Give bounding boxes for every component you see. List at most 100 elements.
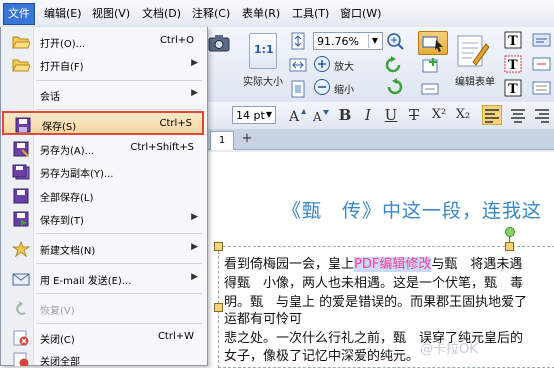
italic-button[interactable]: I [359, 106, 377, 124]
menu-item-email[interactable]: 用 E-mail 发送(E)... ▶ [2, 267, 204, 291]
fit-page-icon[interactable] [289, 32, 307, 50]
menu-item-save-to[interactable]: 保存到(T) ▶ [2, 207, 204, 231]
underline-button[interactable]: U [382, 106, 400, 124]
resize-handle-tc[interactable] [505, 242, 514, 251]
close-doc-icon [13, 330, 29, 346]
menu-item-open[interactable]: 打开(O)... Ctrl+O [2, 30, 204, 54]
menu-item-label: 恢复(V) [40, 306, 75, 317]
folder-open-icon [12, 59, 30, 72]
menu-view[interactable]: 视图(V) [92, 5, 130, 23]
svg-text:T: T [508, 82, 518, 97]
menu-item-close-all[interactable]: 关闭全部 [2, 348, 204, 366]
menu-item-close[interactable]: 关闭(C) Ctrl+W [2, 326, 204, 350]
text-line-4: 运都有可怜可 [224, 312, 303, 327]
resize-handle-ml[interactable] [214, 303, 223, 312]
new-document-icon [12, 241, 30, 257]
menu-item-label: 保存到(T) [40, 216, 84, 227]
grow-font-icon[interactable]: A [288, 106, 306, 124]
shrink-font-icon[interactable]: A [311, 106, 329, 124]
submenu-arrow-icon: ▶ [191, 88, 198, 98]
menu-edit[interactable]: 编辑(E) [44, 5, 82, 23]
actual-size-label: 实际大小 [243, 77, 283, 88]
callout-icon[interactable] [532, 55, 552, 73]
rotate-left-icon[interactable] [384, 56, 404, 74]
zoom-in-icon[interactable] [313, 55, 331, 73]
menu-item-open-from[interactable]: 打开自(F) ▶ [2, 53, 204, 77]
menu-item-save-copy[interactable]: 另存为副本(Y)... [2, 160, 204, 184]
zoom-out-icon[interactable] [313, 78, 331, 96]
menu-item-new-document[interactable]: 新建文档(N) ▶ [2, 237, 204, 261]
submenu-arrow-icon: ▶ [191, 242, 198, 252]
zoom-in-label[interactable]: 放大 [334, 58, 354, 73]
align-left-icon[interactable] [482, 105, 502, 125]
rotate-handle[interactable] [505, 227, 515, 237]
menu-window[interactable]: 窗口(W) [340, 5, 381, 23]
align-right-icon[interactable] [532, 105, 552, 125]
menu-item-save[interactable]: 保存(S) Ctrl+S [2, 111, 204, 135]
zoom-select[interactable]: 91.76% ▼ [313, 32, 383, 50]
menu-item-save-all[interactable]: 全部保存(L) [2, 184, 204, 208]
strikethrough-button[interactable]: T [405, 106, 423, 124]
superscript-button[interactable]: X² [428, 106, 450, 124]
bold-button[interactable]: B [336, 106, 354, 124]
menu-item-label: 另存为(A)... [40, 146, 95, 157]
typewriter-icon[interactable] [532, 31, 552, 49]
text-line-6: 女子，像极了记忆中深爱的纯元。 [224, 349, 420, 364]
zoom-tool-icon[interactable] [385, 31, 407, 51]
svg-text:A: A [288, 109, 300, 124]
menu-item-label: 打开自(F) [40, 62, 84, 73]
fit-visible-icon[interactable] [289, 80, 307, 98]
rotate-right-icon[interactable] [384, 78, 404, 96]
document-heading: 《甄 传》中这一段，连我这 [282, 200, 543, 222]
submenu-arrow-icon: ▶ [191, 212, 198, 222]
menu-tools[interactable]: 工具(T) [292, 5, 329, 23]
form-select-tool-button[interactable] [418, 31, 448, 55]
menu-item-label: 关闭全部 [40, 357, 80, 366]
menu-file[interactable]: 文件 [3, 3, 35, 25]
zoom-value: 91.76% [317, 35, 359, 48]
menu-item-revert: 恢复(V) [2, 297, 204, 321]
menu-item-label: 用 E-mail 发送(E)... [40, 276, 132, 287]
menu-comment[interactable]: 注释(C) [192, 5, 230, 23]
submenu-arrow-icon: ▶ [191, 272, 198, 282]
menu-document[interactable]: 文档(D) [142, 5, 181, 23]
menu-item-label: 打开(O)... [40, 39, 86, 50]
subscript-button[interactable]: X₂ [452, 106, 474, 124]
font-size-select[interactable]: 14 pt ▼ [232, 106, 276, 124]
edit-form-label[interactable]: 编辑表单 [455, 73, 495, 88]
font-size-value: 14 pt [236, 109, 265, 122]
menu-item-label: 保存(S) [42, 122, 77, 133]
text-box-icon[interactable]: T [504, 55, 522, 73]
actual-size-button[interactable]: 1:1 [249, 33, 277, 69]
zoom-out-label[interactable]: 缩小 [334, 81, 354, 96]
save-as-icon [13, 141, 29, 157]
menu-item-label: 关闭(C) [40, 335, 75, 346]
fit-width-icon[interactable] [289, 56, 307, 74]
text-line-2: 得甄 小像，两人也未相遇。这是一个伏笔，甄 毒 [224, 276, 524, 291]
snapshot-icon[interactable] [208, 34, 230, 52]
menu-item-label: 新建文档(N) [40, 246, 96, 257]
actual-size-glyph: 1:1 [254, 43, 274, 56]
save-all-icon [13, 188, 29, 204]
add-field-icon[interactable] [420, 57, 442, 75]
submenu-arrow-icon: ▶ [191, 58, 198, 68]
edit-form-icon[interactable] [455, 32, 489, 72]
menu-form[interactable]: 表单(R) [242, 5, 280, 23]
menu-item-session[interactable]: 会话 ▶ [2, 83, 204, 107]
menu-item-save-as[interactable]: 另存为(A)... Ctrl+Shift+S [2, 137, 204, 161]
save-copy-icon [12, 164, 30, 180]
align-center-icon[interactable] [508, 105, 528, 125]
menu-bar: 文件 编辑(E) 视图(V) 文档(D) 注释(C) 表单(R) 工具(T) 窗… [0, 0, 554, 28]
text-field-icon[interactable]: T [504, 31, 522, 49]
document-tab[interactable]: 1 [210, 131, 234, 150]
close-all-icon [13, 352, 29, 366]
form-field-icon[interactable] [420, 80, 442, 98]
text-comment-icon[interactable]: T [504, 79, 522, 97]
menu-separator [36, 109, 202, 110]
chevron-down-icon: ▼ [368, 34, 381, 48]
menu-separator [36, 263, 202, 264]
resize-handle-tl[interactable] [214, 242, 223, 251]
note-icon[interactable] [532, 79, 552, 97]
new-tab-button[interactable]: + [240, 131, 254, 147]
email-icon [12, 273, 30, 286]
